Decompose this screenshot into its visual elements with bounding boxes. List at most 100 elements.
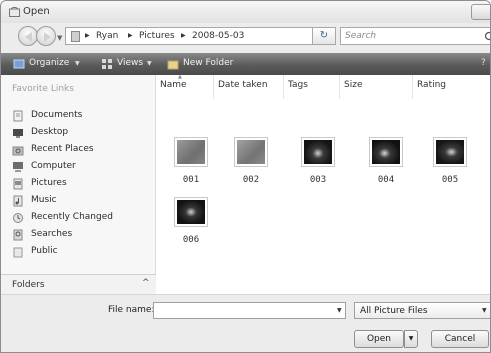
organize-chevron-icon: ▼: [75, 60, 80, 67]
close-button[interactable]: [471, 4, 490, 20]
file-item-003[interactable]: 003: [296, 137, 340, 193]
search-input[interactable]: Search: [340, 27, 491, 45]
column-header-date-taken[interactable]: Date taken: [214, 75, 284, 99]
sidebar-item-label: Recent Places: [31, 144, 94, 154]
file-item-001[interactable]: 001: [169, 137, 213, 193]
file-item-004[interactable]: 004: [364, 137, 408, 193]
file-name-dropdown-icon[interactable]: ▼: [337, 307, 342, 314]
help-icon[interactable]: ?: [481, 58, 486, 68]
sidebar-item-recently-changed[interactable]: Recently Changed: [12, 211, 152, 225]
sidebar-item-music[interactable]: Music: [12, 194, 152, 208]
image-thumbnail: [174, 197, 208, 227]
file-name: 005: [441, 175, 459, 185]
column-header-name[interactable]: ▲ Name: [156, 74, 214, 99]
file-name: 004: [377, 175, 395, 185]
column-header-label: Name: [160, 80, 187, 90]
title-bar: Open: [1, 1, 490, 23]
file-item-002[interactable]: 002: [229, 137, 273, 193]
computer-icon: [13, 162, 23, 172]
address-row: ▼ ▶ Ryan ▶ Pictures ▶ 2008-05-03 ▼ ↻ Sea…: [1, 23, 491, 51]
recently-changed-icon: [13, 213, 23, 223]
dialog-footer: File name: ▼ All Picture Files ▼ Open ▼ …: [1, 294, 490, 352]
column-header-label: Date taken: [218, 80, 268, 90]
file-item-005[interactable]: 005: [428, 137, 472, 193]
back-button[interactable]: [18, 26, 38, 46]
recent-pages-chevron-icon[interactable]: ▼: [57, 34, 62, 42]
folders-label: Folders: [12, 280, 45, 290]
breadcrumb-current-folder[interactable]: 2008-05-03: [192, 31, 244, 41]
sidebar-item-desktop[interactable]: Desktop: [12, 126, 152, 140]
file-name-label: File name:: [108, 305, 155, 315]
folders-toggle-bar[interactable]: Folders ^: [1, 274, 156, 294]
sidebar-item-label: Public: [31, 246, 58, 256]
file-name: 003: [309, 175, 327, 185]
address-bar[interactable]: ▶ Ryan ▶ Pictures ▶ 2008-05-03 ▼: [65, 27, 335, 45]
chevron-down-icon: ▼: [482, 307, 487, 314]
refresh-button[interactable]: ↻: [312, 27, 336, 45]
file-list: ▲ Name Date taken Tags Size Rating 001 0…: [156, 74, 490, 294]
sort-indicator-icon: ▲: [178, 74, 182, 80]
folder-location-icon: [71, 31, 80, 42]
chevron-up-icon[interactable]: ^: [142, 278, 150, 288]
image-thumbnail: [234, 137, 268, 167]
sidebar-item-documents[interactable]: Documents: [12, 109, 152, 123]
desktop-icon: [13, 129, 23, 138]
organize-button[interactable]: Organize: [29, 58, 69, 68]
views-chevron-icon: ▼: [147, 60, 152, 67]
breadcrumb-ryan[interactable]: Ryan: [96, 31, 118, 41]
sidebar-item-label: Music: [31, 195, 57, 205]
file-type-filter[interactable]: All Picture Files ▼: [354, 302, 490, 319]
views-button[interactable]: Views: [117, 58, 143, 68]
forward-button[interactable]: [36, 26, 56, 46]
file-name-field[interactable]: ▼: [153, 302, 346, 319]
searches-icon: [13, 229, 23, 241]
column-header-size[interactable]: Size: [340, 75, 413, 99]
navigation-pane: Favorite Links Documents Desktop Recent …: [1, 75, 156, 294]
sidebar-item-label: Searches: [31, 229, 73, 239]
window-icon: [9, 7, 20, 17]
refresh-icon: ↻: [319, 30, 329, 41]
public-icon: [13, 247, 23, 258]
file-item-006[interactable]: 006: [169, 197, 213, 253]
image-thumbnail: [174, 137, 208, 167]
file-name: 002: [242, 175, 260, 185]
recent-places-icon: [12, 146, 24, 156]
open-options-dropdown-icon[interactable]: ▼: [404, 330, 418, 348]
column-header-tags[interactable]: Tags: [284, 75, 340, 99]
search-placeholder: Search: [345, 31, 377, 41]
sidebar-item-label: Pictures: [31, 178, 67, 188]
file-name: 006: [182, 235, 200, 245]
breadcrumb-separator-icon: ▶: [181, 32, 186, 39]
music-icon: [13, 195, 23, 207]
column-header-rating[interactable]: Rating: [413, 75, 490, 99]
documents-icon: [13, 110, 23, 122]
sidebar-item-searches[interactable]: Searches: [12, 228, 152, 242]
new-folder-icon: [167, 60, 179, 70]
column-header-label: Rating: [417, 80, 447, 90]
open-button[interactable]: Open: [354, 330, 404, 348]
favorite-links-header: Favorite Links: [12, 84, 74, 94]
breadcrumb-pictures[interactable]: Pictures: [139, 31, 175, 41]
image-thumbnail: [433, 137, 467, 167]
sidebar-item-pictures[interactable]: Pictures: [12, 177, 152, 191]
sidebar-item-computer[interactable]: Computer: [12, 160, 152, 174]
organize-icon: [13, 59, 25, 69]
image-thumbnail: [301, 137, 335, 167]
forward-arrow-icon: [44, 32, 51, 42]
file-type-filter-value: All Picture Files: [360, 306, 428, 316]
breadcrumb-separator-icon: ▶: [128, 32, 133, 39]
window-title: Open: [23, 6, 50, 17]
cancel-button[interactable]: Cancel: [431, 330, 489, 348]
sidebar-item-public[interactable]: Public: [12, 245, 152, 259]
breadcrumb-separator-icon: ▶: [85, 32, 90, 39]
sidebar-item-recent-places[interactable]: Recent Places: [12, 143, 152, 157]
search-icon[interactable]: [484, 31, 491, 43]
file-name: 001: [182, 175, 200, 185]
column-header-label: Size: [344, 80, 363, 90]
views-icon: [102, 59, 112, 69]
image-thumbnail: [369, 137, 403, 167]
command-toolbar: Organize ▼ Views ▼ New Folder ?: [1, 53, 490, 75]
new-folder-button[interactable]: New Folder: [183, 58, 233, 68]
sidebar-item-label: Recently Changed: [31, 212, 113, 222]
sidebar-item-label: Documents: [31, 110, 83, 120]
